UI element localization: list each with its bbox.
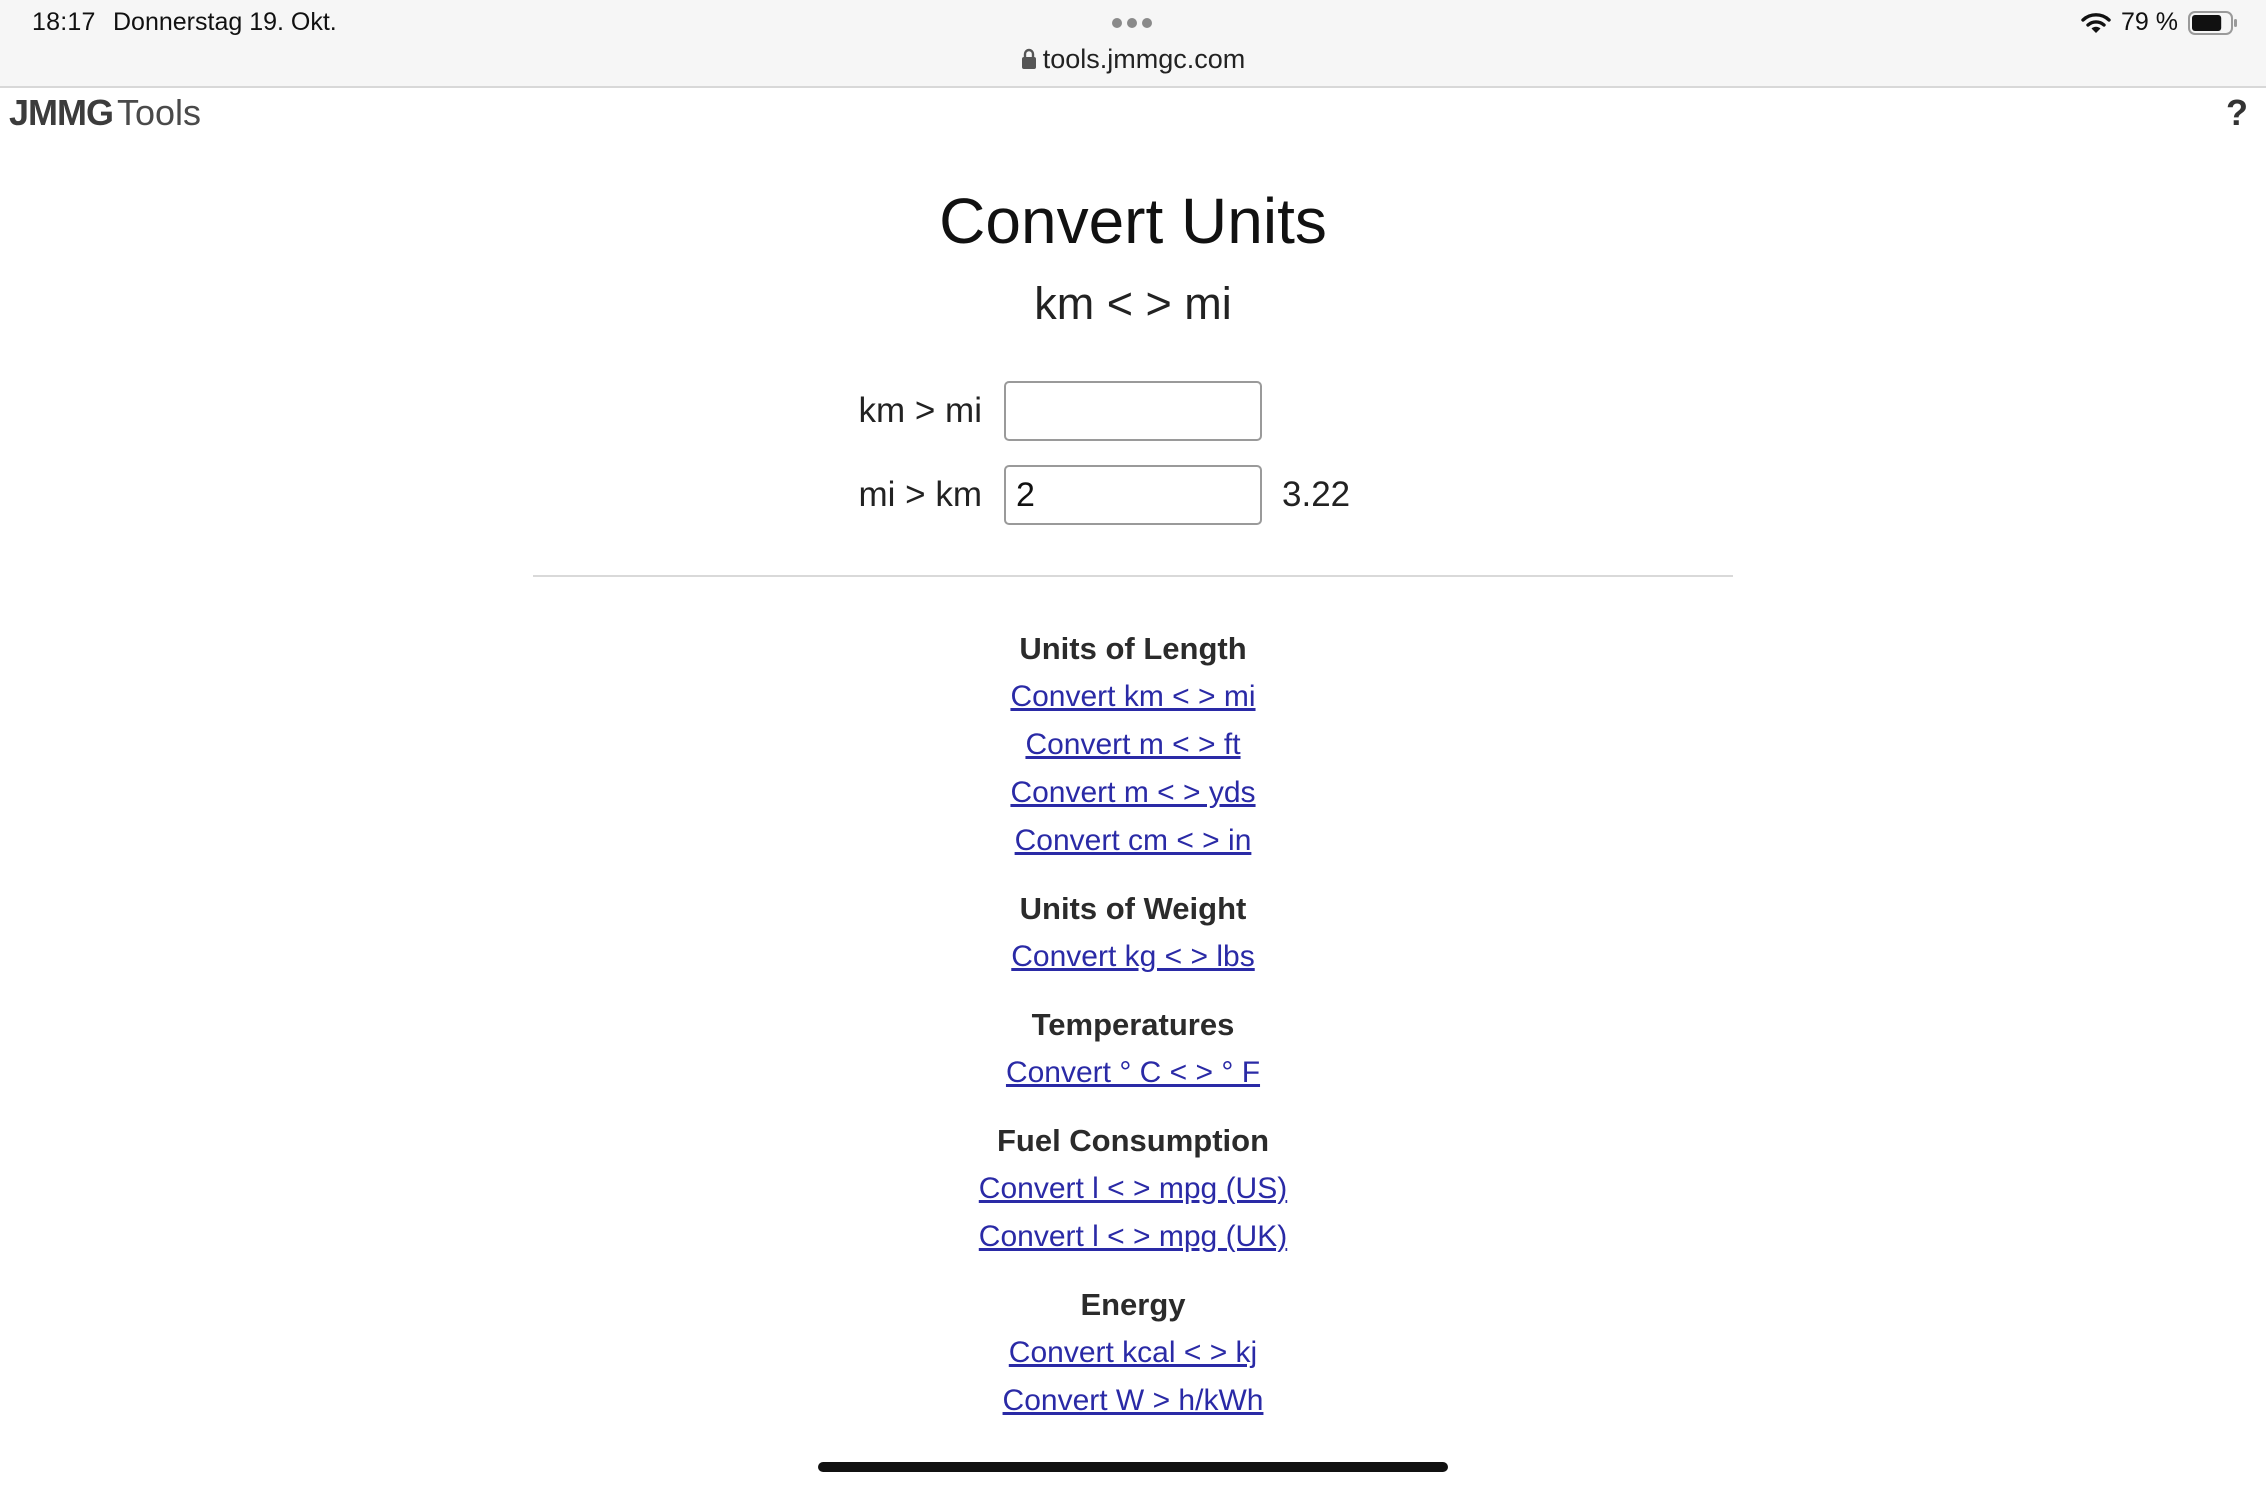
page-title: Convert Units xyxy=(939,185,1327,257)
mi-to-km-result: 3.22 xyxy=(1282,475,1351,514)
km-to-mi-row: km > mi xyxy=(0,381,2266,441)
browser-status-bar: 18:17 Donnerstag 19. Okt. tools.jmmgc.co… xyxy=(0,0,2266,88)
km-to-mi-input[interactable] xyxy=(1004,381,1262,441)
site-header: JMMG Tools ? xyxy=(0,88,2266,138)
section-weight: Units of Weight Convert kg < > lbs xyxy=(0,885,2266,981)
site-logo[interactable]: JMMG Tools xyxy=(9,92,201,134)
status-date: Donnerstag 19. Okt. xyxy=(113,8,337,36)
section-temperatures: Temperatures Convert ° C < > ° F xyxy=(0,1001,2266,1097)
status-indicators: 79 % xyxy=(2081,8,2238,37)
link-w-kwh[interactable]: Convert W > h/kWh xyxy=(0,1377,2266,1425)
status-time: 18:17 xyxy=(32,8,96,36)
link-kcal-kj[interactable]: Convert kcal < > kj xyxy=(0,1329,2266,1377)
km-to-mi-label: km > mi xyxy=(858,391,982,430)
help-icon[interactable]: ? xyxy=(2226,92,2248,134)
link-km-mi[interactable]: Convert km < > mi xyxy=(0,673,2266,721)
section-heading: Units of Length xyxy=(1019,631,1247,666)
wifi-icon xyxy=(2081,12,2111,34)
link-m-yds[interactable]: Convert m < > yds xyxy=(0,769,2266,817)
logo-bold-text: JMMG xyxy=(9,92,114,133)
mi-to-km-input[interactable] xyxy=(1004,465,1262,525)
battery-icon xyxy=(2188,10,2238,35)
link-kg-lbs[interactable]: Convert kg < > lbs xyxy=(0,933,2266,981)
link-l-mpg-uk[interactable]: Convert l < > mpg (UK) xyxy=(0,1213,2266,1261)
section-fuel: Fuel Consumption Convert l < > mpg (US) … xyxy=(0,1117,2266,1261)
link-l-mpg-us[interactable]: Convert l < > mpg (US) xyxy=(0,1165,2266,1213)
section-heading: Temperatures xyxy=(1031,1007,1235,1042)
mi-to-km-label: mi > km xyxy=(858,475,982,514)
address-bar[interactable]: tools.jmmgc.com xyxy=(0,44,2266,77)
logo-light-text: Tools xyxy=(117,92,202,133)
link-c-f[interactable]: Convert ° C < > ° F xyxy=(0,1049,2266,1097)
address-url: tools.jmmgc.com xyxy=(1042,44,1246,74)
link-cm-in[interactable]: Convert cm < > in xyxy=(0,817,2266,865)
section-length: Units of Length Convert km < > mi Conver… xyxy=(0,625,2266,865)
mi-to-km-row: mi > km 3.22 xyxy=(0,465,2266,525)
lock-icon xyxy=(1021,46,1037,77)
home-indicator[interactable] xyxy=(818,1462,1448,1472)
multitasking-dots-icon[interactable] xyxy=(1112,18,1152,28)
section-energy: Energy Convert kcal < > kj Convert W > h… xyxy=(0,1281,2266,1425)
section-heading: Energy xyxy=(1080,1287,1186,1322)
battery-percent: 79 % xyxy=(2121,8,2178,36)
converter-subtitle: km < > mi xyxy=(1034,278,1232,329)
link-m-ft[interactable]: Convert m < > ft xyxy=(0,721,2266,769)
section-heading: Fuel Consumption xyxy=(996,1123,1270,1158)
divider xyxy=(533,575,1733,577)
section-heading: Units of Weight xyxy=(1019,891,1247,926)
